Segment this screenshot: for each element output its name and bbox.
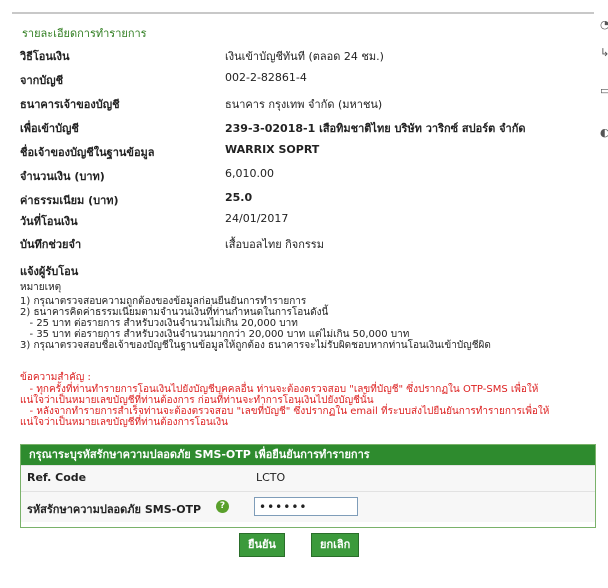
- important-line: - หลังจากทำรายการสำเร็จท่านจะต้องตรวจสอบ…: [20, 406, 550, 417]
- detail-label: เพื่อเข้าบัญชี: [20, 122, 79, 135]
- detail-value: เงินเข้าบัญชีทันที (ตลอด 24 ชม.): [225, 50, 384, 63]
- detail-value: ธนาคาร กรุงเทพ จำกัด (มหาชน): [225, 98, 383, 111]
- notes-title: หมายเหตุ: [20, 282, 62, 293]
- section-title: รายละเอียดการทำรายการ: [22, 27, 147, 40]
- side-icon: ◔: [600, 18, 608, 31]
- important-line: - ทุกครั้งที่ท่านทำรายการโอนเงินไปยังบัญ…: [20, 384, 539, 395]
- note-line: - 25 บาท ต่อรายการ สำหรับวงเงินจำนวนไม่เ…: [20, 318, 298, 329]
- side-icon: ↳: [600, 46, 608, 59]
- detail-value: 25.0: [225, 191, 253, 204]
- cancel-button[interactable]: ยกเลิก: [311, 533, 360, 557]
- note-line: 1) กรุณาตรวจสอบความถูกต้องของข้อมูลก่อนย…: [20, 296, 307, 307]
- detail-label: จากบัญชี: [20, 74, 64, 87]
- detail-label: วันที่โอนเงิน: [20, 215, 78, 228]
- detail-value: 24/01/2017: [225, 212, 289, 225]
- detail-label: บันทึกช่วยจำ: [20, 238, 82, 251]
- detail-label: ค่าธรรมเนียม (บาท): [20, 194, 119, 207]
- otp-header: กรุณาระบุรหัสรักษาความปลอดภัย SMS-OTP เพ…: [21, 445, 595, 465]
- detail-label: ชื่อเจ้าของบัญชีในฐานข้อมูล: [20, 146, 155, 159]
- detail-value: 6,010.00: [225, 167, 274, 180]
- note-line: - 35 บาท ต่อรายการ สำหรับวงเงินจำนวนมากก…: [20, 329, 410, 340]
- detail-label: วิธีโอนเงิน: [20, 50, 70, 63]
- side-icon: ◐: [600, 126, 608, 139]
- otp-row: รหัสรักษาความปลอดภัย SMS-OTP ? ••••••: [21, 491, 595, 522]
- confirm-button[interactable]: ยืนยัน: [239, 533, 285, 557]
- detail-label: จำนวนเงิน (บาท): [20, 170, 105, 183]
- detail-value: WARRIX SOPRT: [225, 143, 320, 156]
- detail-value: 002-2-82861-4: [225, 71, 307, 84]
- important-line: แน่ใจว่าเป็นหมายเลขบัญชีที่ท่านต้องการ ก…: [20, 395, 374, 406]
- otp-panel: กรุณาระบุรหัสรักษาความปลอดภัย SMS-OTP เพ…: [20, 444, 596, 528]
- otp-label: รหัสรักษาความปลอดภัย SMS-OTP: [27, 503, 202, 516]
- important-line: แน่ใจว่าเป็นหมายเลขบัญชีที่ท่านต้องการโอ…: [20, 417, 228, 428]
- important-title: ข้อความสำคัญ :: [20, 372, 91, 383]
- detail-label: ธนาคารเจ้าของบัญชี: [20, 98, 120, 111]
- note-line: 3) กรุณาตรวจสอบชื่อเจ้าของบัญชีในฐานข้อม…: [20, 340, 491, 351]
- detail-value: เสื้อบอลไทย กิจกรรม: [225, 238, 324, 251]
- ref-code-value: LCTO: [256, 471, 286, 484]
- ref-code-row: Ref. Code LCTO: [21, 465, 595, 491]
- otp-input[interactable]: ••••••: [254, 497, 358, 516]
- detail-label: แจ้งผู้รับโอน: [20, 265, 79, 278]
- detail-value: 239-3-02018-1 เสือทิมชาติไทย บริษัท วาริ…: [225, 122, 526, 135]
- note-line: 2) ธนาคารคิดค่าธรรมเนียมตามจำนวนเงินที่ท…: [20, 307, 329, 318]
- ref-code-label: Ref. Code: [27, 471, 87, 484]
- top-divider: [12, 12, 594, 14]
- side-icon: ▭: [600, 84, 608, 97]
- help-icon[interactable]: ?: [216, 500, 229, 513]
